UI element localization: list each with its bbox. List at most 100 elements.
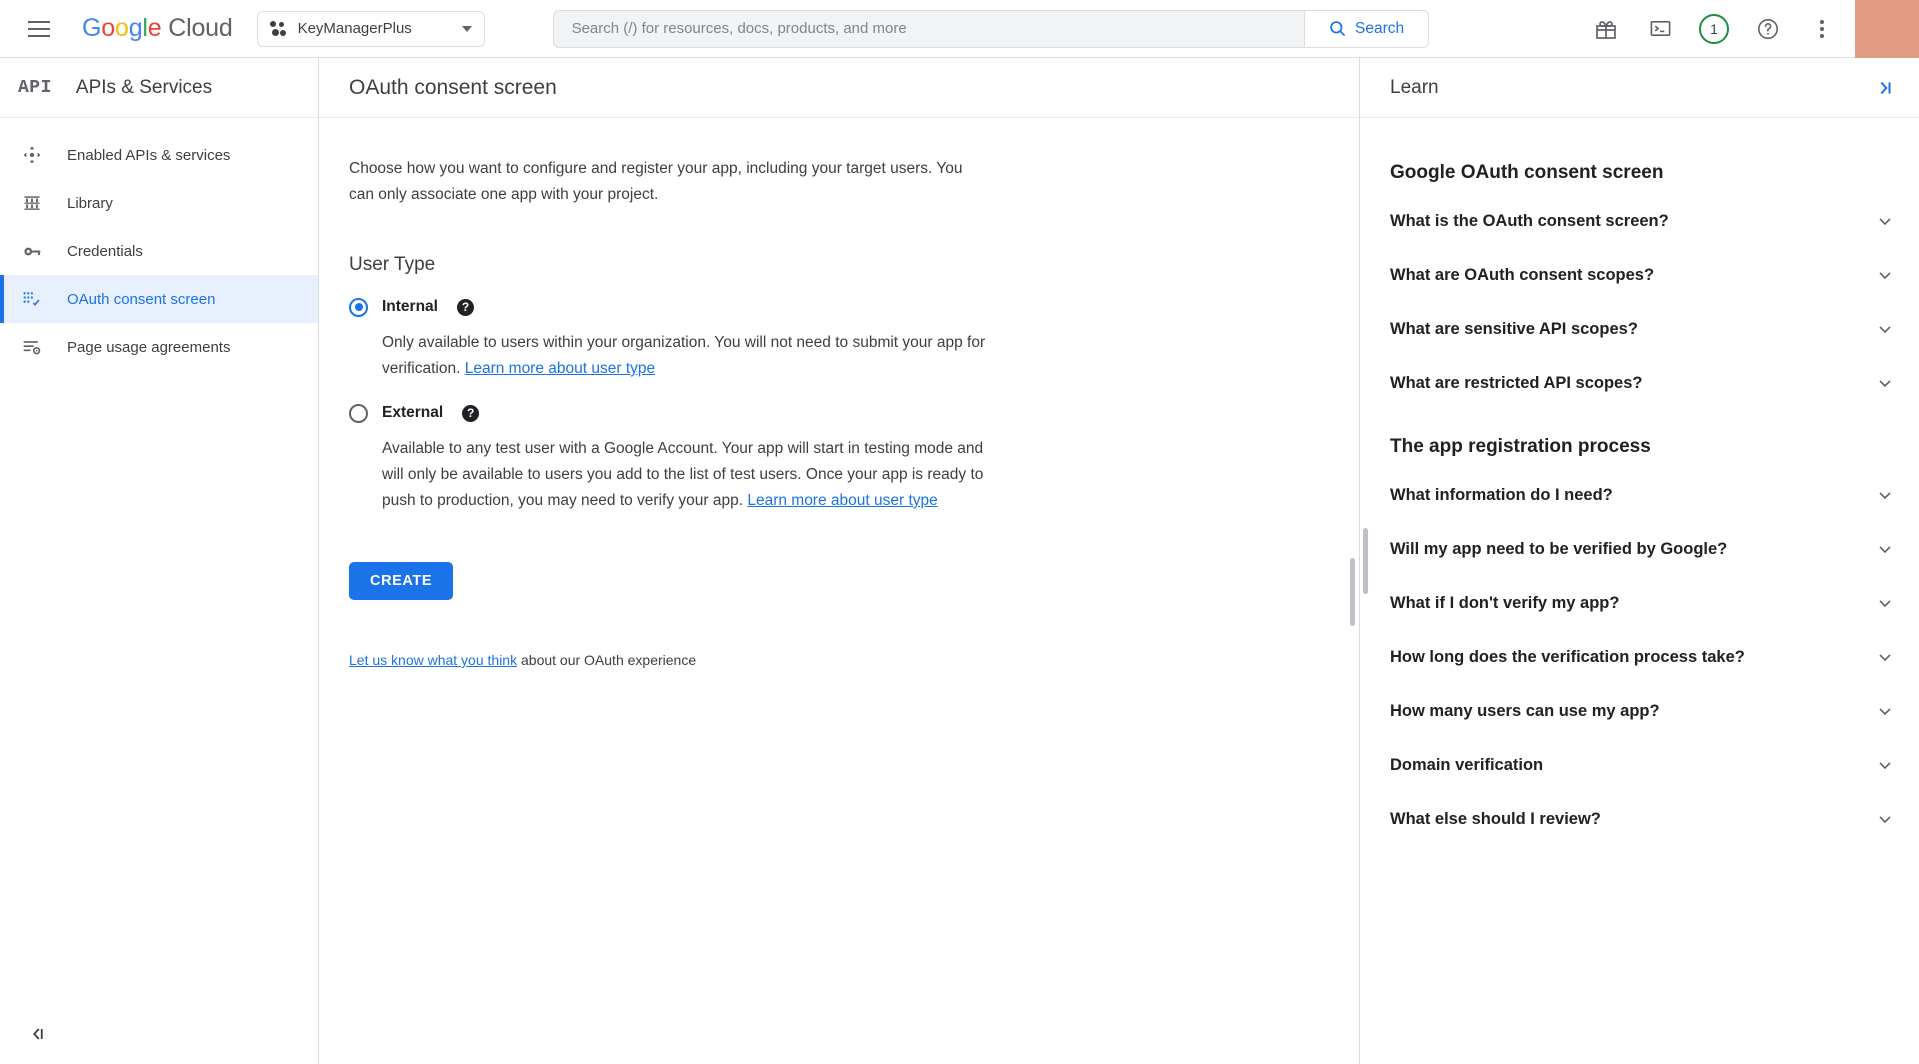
learn-row[interactable]: Will my app need to be verified by Googl… [1390,522,1895,576]
sidebar-item-label: Enabled APIs & services [67,147,230,164]
chevron-down-icon [1875,319,1895,339]
learn-row-label: What else should I review? [1390,810,1601,829]
main-scrollbar[interactable] [1350,558,1355,626]
learn-scrollbar[interactable] [1363,528,1368,594]
learn-panel: Learn Google OAuth consent screen What i… [1360,58,1919,1064]
gift-icon[interactable] [1579,0,1633,58]
learn-more-user-type-link-external[interactable]: Learn more about user type [747,492,937,509]
learn-row-label: What is the OAuth consent screen? [1390,212,1669,231]
more-options-icon[interactable] [1795,0,1849,58]
learn-row[interactable]: What if I don't verify my app? [1390,576,1895,630]
sidebar-item-page-usage-agreements[interactable]: Page usage agreements [0,323,318,371]
learn-group-title: Google OAuth consent screen [1390,162,1895,184]
google-cloud-logo[interactable]: Google Cloud [82,14,233,43]
api-logo: API [18,78,52,98]
radio-option-internal[interactable]: Internal ? [349,290,1329,324]
notifications-icon[interactable]: 1 [1687,0,1741,58]
chevron-down-icon [1875,373,1895,393]
chevron-down-icon [1875,755,1895,775]
radio-external-description: Available to any test user with a Google… [382,436,1007,514]
chevron-down-icon [1875,647,1895,667]
sidebar-item-label: Page usage agreements [67,339,230,356]
learn-row-label: What if I don't verify my app? [1390,594,1619,613]
main-content: OAuth consent screen Choose how you want… [319,58,1360,1064]
notification-badge: 1 [1699,14,1729,44]
learn-header: Learn [1360,58,1919,118]
nav-header: API APIs & Services [0,58,318,118]
learn-row[interactable]: What are sensitive API scopes? [1390,302,1895,356]
radio-external-indicator[interactable] [349,404,368,423]
learn-row-label: What are OAuth consent scopes? [1390,266,1654,285]
learn-row[interactable]: What else should I review? [1390,792,1895,846]
learn-title: Learn [1390,77,1439,99]
user-avatar[interactable] [1855,0,1919,58]
chevron-down-icon [1875,701,1895,721]
cloud-shell-icon[interactable] [1633,0,1687,58]
learn-more-user-type-link-internal[interactable]: Learn more about user type [465,360,655,377]
sidebar-item-enabled-apis[interactable]: Enabled APIs & services [0,131,318,179]
radio-internal-indicator[interactable] [349,298,368,317]
library-icon [21,192,43,214]
radio-internal-label: Internal [382,298,438,316]
chevron-down-icon [1875,593,1895,613]
key-icon [21,240,43,262]
create-button[interactable]: CREATE [349,562,453,600]
learn-row[interactable]: What is the OAuth consent screen? [1390,194,1895,248]
radio-external-label: External [382,404,443,422]
project-selector[interactable]: KeyManagerPlus [257,11,485,47]
expand-panel-icon[interactable] [1873,77,1895,99]
hamburger-menu-icon[interactable] [22,12,56,46]
collapse-sidebar-button[interactable] [24,1020,52,1048]
chevron-down-icon [1875,211,1895,231]
intro-text: Choose how you want to configure and reg… [349,156,969,208]
enabled-apis-icon [21,144,43,166]
learn-row-label: What are sensitive API scopes? [1390,320,1638,339]
feedback-line: Let us know what you think about our OAu… [349,652,1329,668]
learn-group-title: The app registration process [1390,436,1895,458]
search-bar: Search [553,10,1429,48]
chevron-down-icon [1875,485,1895,505]
radio-internal-description: Only available to users within your orga… [382,330,1007,382]
feedback-rest: about our OAuth experience [517,652,696,668]
collapse-left-icon [28,1024,48,1044]
learn-row-label: What information do I need? [1390,486,1613,505]
page-title: OAuth consent screen [349,76,557,100]
search-input[interactable] [554,11,1304,47]
chevron-down-icon [1875,809,1895,829]
left-navigation: API APIs & Services Enabled APIs & servi… [0,58,319,1064]
project-dots-icon [270,21,288,37]
help-external-icon[interactable]: ? [462,405,479,422]
page-usage-icon [21,336,43,358]
learn-row[interactable]: What information do I need? [1390,468,1895,522]
sidebar-item-library[interactable]: Library [0,179,318,227]
project-name: KeyManagerPlus [298,20,412,37]
main-body: Choose how you want to configure and reg… [319,118,1359,668]
learn-row-label: Will my app need to be verified by Googl… [1390,540,1727,559]
user-type-heading: User Type [349,254,1329,276]
help-icon[interactable] [1741,0,1795,58]
learn-row-label: How many users can use my app? [1390,702,1660,721]
learn-row-label: Domain verification [1390,756,1543,775]
oauth-consent-icon [21,288,43,310]
radio-option-external[interactable]: External ? [349,396,1329,430]
search-button[interactable]: Search [1304,11,1428,47]
learn-row[interactable]: What are restricted API scopes? [1390,356,1895,410]
feedback-link[interactable]: Let us know what you think [349,652,517,668]
sidebar-item-credentials[interactable]: Credentials [0,227,318,275]
learn-row[interactable]: What are OAuth consent scopes? [1390,248,1895,302]
learn-body: Google OAuth consent screen What is the … [1360,118,1919,846]
top-app-bar: Google Cloud KeyManagerPlus Search [0,0,1919,58]
learn-row[interactable]: How many users can use my app? [1390,684,1895,738]
chevron-down-icon [462,26,472,32]
learn-row[interactable]: Domain verification [1390,738,1895,792]
learn-row[interactable]: How long does the verification process t… [1390,630,1895,684]
search-button-label: Search [1355,20,1404,38]
help-internal-icon[interactable]: ? [457,299,474,316]
main-header: OAuth consent screen [319,58,1359,118]
sidebar-item-label: Credentials [67,243,143,260]
chevron-down-icon [1875,539,1895,559]
sidebar-item-label: OAuth consent screen [67,291,215,308]
search-icon [1328,19,1347,38]
sidebar-item-oauth-consent-screen[interactable]: OAuth consent screen [0,275,318,323]
nav-title: APIs & Services [76,77,212,99]
